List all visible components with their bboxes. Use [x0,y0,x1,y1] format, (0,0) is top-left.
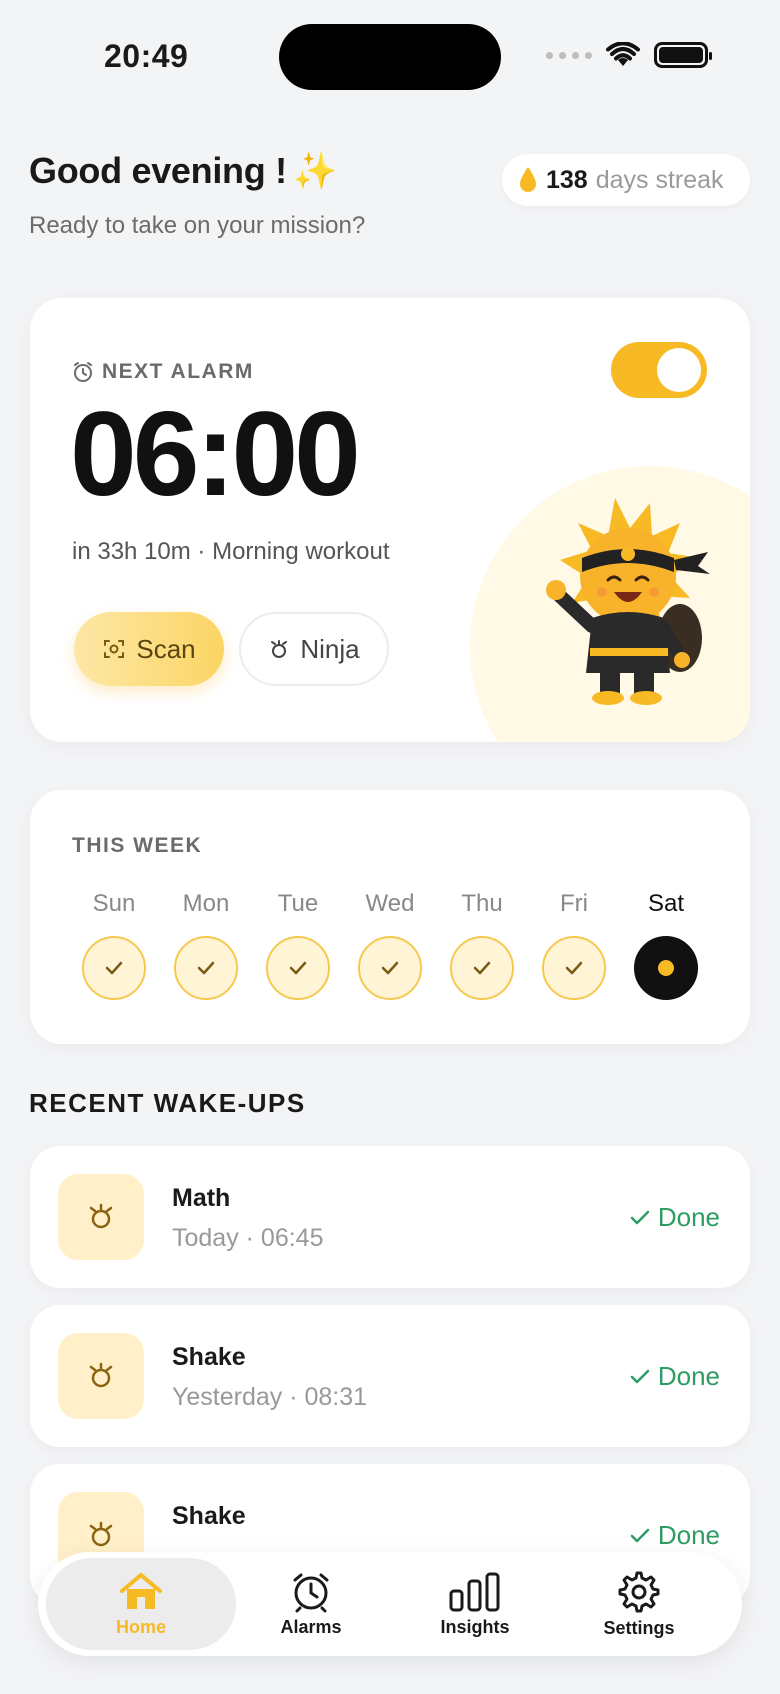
dynamic-island [279,24,501,90]
check-icon [381,961,399,975]
day-label: Thu [461,890,503,917]
status-text: Done [657,1520,720,1550]
next-alarm-label: NEXT ALARM [72,360,254,384]
tab-label: Home [115,1616,166,1637]
day-tue[interactable]: Tue [266,890,330,1000]
wakeup-status: Done [630,1520,720,1551]
ninja-alarm-icon [271,640,288,658]
tab-label: Settings [603,1617,675,1638]
wakeup-status: Done [630,1202,720,1233]
status-icons [546,42,712,68]
alarm-bell-icon [89,1521,113,1547]
tab-label: Insights [440,1616,510,1637]
this-week-card: THIS WEEK Sun Mon Tue Wed Thu Fri Sat [30,790,750,1044]
wakeup-time: Today · 06:45 [172,1224,324,1252]
check-icon [630,1210,650,1224]
bar-chart-icon [449,1572,500,1611]
bottom-tab-bar: Home Alarms Insights Settings [38,1552,742,1656]
day-done-circle [358,936,422,1000]
greeting-title: Good evening ! ✨ [29,150,338,192]
status-time: 20:49 [104,38,189,74]
streak-count: 138 [546,165,588,194]
alarm-bell-icon [89,1362,113,1388]
day-fri[interactable]: Fri [542,890,606,1000]
day-label: Tue [277,890,319,917]
tab-home[interactable]: Home [46,1558,236,1650]
status-text: Done [657,1361,720,1391]
alarm-clock-icon [74,362,92,382]
scan-icon [104,640,125,658]
alarm-time: 06:00 [70,387,361,521]
day-label: Sun [92,890,136,917]
flame-icon [520,167,536,192]
check-icon [473,961,491,975]
day-label: Fri [560,890,588,917]
check-icon [630,1528,650,1542]
scan-button[interactable]: Scan [74,612,224,686]
day-done-circle [174,936,238,1000]
alarm-icon-tile [58,1333,144,1419]
check-icon [565,961,583,975]
signal-icon [546,51,592,59]
this-week-title: THIS WEEK [72,834,203,857]
week-days: Sun Mon Tue Wed Thu Fri Sat [82,890,698,1000]
wakeup-status: Done [630,1361,720,1392]
alarm-meta: in 33h 10m · Morning workout [72,538,390,565]
tab-alarms[interactable]: Alarms [236,1552,386,1656]
status-text: Done [657,1202,720,1232]
greeting-subtitle: Ready to take on your mission? [29,212,366,239]
today-dot [658,960,674,976]
wifi-icon [606,42,640,66]
day-done-circle [450,936,514,1000]
day-today-circle [634,936,698,1000]
recent-wakeups-title: RECENT WAKE-UPS [29,1088,306,1118]
day-label: Mon [182,890,230,917]
day-sun[interactable]: Sun [82,890,146,1000]
battery-icon [654,42,712,68]
wakeup-title: Math [172,1184,231,1212]
gear-icon [618,1571,660,1612]
day-mon[interactable]: Mon [174,890,238,1000]
day-done-circle [542,936,606,1000]
sparkle-icon: ✨ [292,150,338,191]
ninja-sun-mascot [546,498,710,705]
tab-insights[interactable]: Insights [400,1552,550,1656]
tab-label: Alarms [280,1616,342,1637]
streak-badge[interactable]: 138 days streak [502,154,750,206]
check-icon [105,961,123,975]
alarm-icon-tile [58,1174,144,1260]
check-icon [630,1369,650,1383]
wakeup-title: Shake [172,1343,246,1371]
day-label: Wed [365,890,415,917]
check-icon [197,961,215,975]
streak-label: days streak [595,165,724,194]
tab-settings[interactable]: Settings [564,1552,714,1656]
toggle-knob [657,348,701,392]
scan-label: Scan [136,633,196,664]
greeting-text: Good evening ! [29,150,287,191]
next-alarm-card[interactable]: NEXT ALARM 06:00 in 33h 10m · Morning wo… [30,298,750,742]
alarm-bell-icon [89,1203,113,1229]
next-alarm-text: NEXT ALARM [102,360,254,383]
day-wed[interactable]: Wed [358,890,422,1000]
day-done-circle [82,936,146,1000]
check-icon [289,961,307,975]
day-label: Sat [647,890,685,917]
wakeup-time: Yesterday · 08:31 [172,1383,368,1411]
alarm-clock-icon [293,1573,329,1612]
day-sat[interactable]: Sat [634,890,698,1000]
day-thu[interactable]: Thu [450,890,514,1000]
day-done-circle [266,936,330,1000]
ninja-button[interactable]: Ninja [239,612,389,686]
wakeup-row[interactable]: Math Today · 06:45 Done [30,1146,750,1288]
ninja-label: Ninja [300,633,360,664]
wakeup-title: Shake [172,1502,246,1530]
alarm-toggle[interactable] [611,342,707,398]
wakeup-row[interactable]: Shake Yesterday · 08:31 Done [30,1305,750,1447]
home-icon [120,1572,162,1609]
